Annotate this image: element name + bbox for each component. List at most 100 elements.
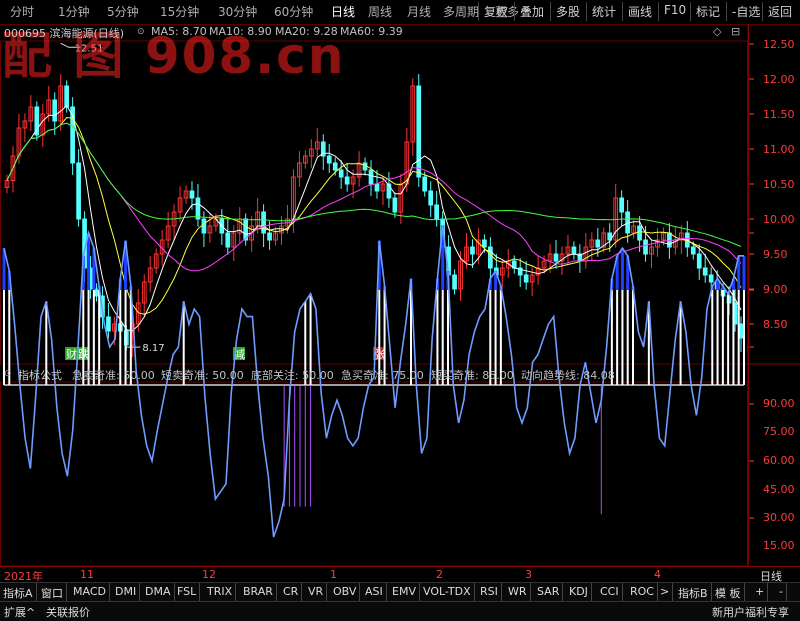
- indicator-tick: 60.00: [763, 454, 795, 467]
- tab-template[interactable]: 模 板: [712, 583, 745, 601]
- indicator-panel-frame: [0, 381, 748, 567]
- tab-trix[interactable]: TRIX: [204, 583, 237, 601]
- candle-body: [225, 232, 231, 248]
- price-tick: 10.50: [763, 178, 795, 191]
- ma5-label: MA5: 8.70: [151, 25, 207, 38]
- ma60-label: MA60: 9.39: [340, 25, 403, 38]
- tab-cr[interactable]: CR: [280, 583, 303, 601]
- indicator-tick: 45.00: [763, 483, 795, 496]
- candle-body: [261, 211, 266, 234]
- new-user-benefit-link[interactable]: 新用户福利专享: [712, 604, 789, 620]
- indicator-panel-header: ⊙ 指标公式 急卖奇准: 50.00 短卖奇准: 50.00 底部关注: 50.…: [0, 366, 748, 382]
- tab-minus[interactable]: -: [776, 583, 787, 601]
- tab-asi[interactable]: ASI: [362, 583, 387, 601]
- tab-indicator-b[interactable]: 指标B: [675, 583, 712, 601]
- candle-body: [52, 99, 58, 122]
- candle-body: [571, 246, 577, 255]
- indicator-value-4: 急买奇准: 75.00: [341, 369, 424, 382]
- candle-body: [434, 204, 440, 220]
- candle-body: [64, 85, 70, 108]
- date-tick: 3: [525, 568, 532, 581]
- indicator-value-6: 动向趋势线: 84.08: [521, 369, 615, 382]
- candle-body: [201, 218, 207, 234]
- candle-body: [189, 190, 195, 199]
- ma60-line: [6, 122, 742, 247]
- tab-kdj[interactable]: KDJ: [566, 583, 592, 601]
- kline-chart[interactable]: 12.518.17财跌减张: [0, 0, 800, 620]
- indicator-tick: 75.00: [763, 425, 795, 438]
- tab-fsl[interactable]: FSL: [174, 583, 201, 601]
- candle-body: [452, 274, 457, 290]
- tab-wr[interactable]: WR: [505, 583, 531, 601]
- ma10-line: [6, 116, 742, 315]
- candle-body: [470, 246, 475, 255]
- candle-body: [332, 162, 338, 171]
- candle-body: [523, 274, 529, 283]
- date-tick: 12: [202, 568, 216, 581]
- indicator-value-3: 底部关注: 50.00: [251, 369, 334, 382]
- candle-body: [708, 274, 714, 283]
- tab-obv[interactable]: OBV: [330, 583, 361, 601]
- tab-indicator-a[interactable]: 指标A: [0, 583, 37, 601]
- candle-body: [595, 239, 601, 248]
- ma5-line: [6, 104, 742, 332]
- tab-vr[interactable]: VR: [305, 583, 328, 601]
- indicator-value-1: 急卖奇准: 50.00: [72, 369, 155, 382]
- candle-body: [326, 155, 332, 164]
- candle-body: [338, 169, 344, 178]
- low-marker-label: 8.17: [142, 343, 164, 354]
- candle-body: [94, 288, 99, 297]
- ma20-line: [6, 122, 742, 272]
- candle-body: [690, 246, 696, 255]
- candle-body: [374, 183, 380, 192]
- indicator-tick: 30.00: [763, 511, 795, 524]
- price-tick: 12.00: [763, 73, 795, 86]
- indicator-value-2: 短卖奇准: 50.00: [161, 369, 244, 382]
- candle-body: [488, 246, 493, 269]
- tab-rsi[interactable]: RSI: [477, 583, 502, 601]
- candle-body: [643, 239, 648, 255]
- candle-body: [738, 323, 744, 339]
- collapse-indicator-icon[interactable]: ⊙: [4, 369, 12, 379]
- candle-body: [416, 85, 422, 178]
- candle-body: [482, 239, 487, 248]
- bottom-bar: 扩展^ 关联报价 新用户福利专享: [0, 601, 800, 621]
- collapse-icon[interactable]: ⊙: [137, 27, 145, 37]
- tab-scroll-right[interactable]: >: [657, 583, 674, 601]
- date-tick: 11: [80, 568, 94, 581]
- tab-macd[interactable]: MACD: [70, 583, 110, 601]
- related-quotes-button[interactable]: 关联报价: [46, 604, 90, 620]
- price-tick: 9.50: [763, 248, 788, 261]
- candle-body: [619, 197, 625, 213]
- date-tick: 2: [436, 568, 443, 581]
- tab-brar[interactable]: BRAR: [240, 583, 277, 601]
- tab-vol-tdx[interactable]: VOL-TDX: [420, 583, 475, 601]
- candle-body: [76, 162, 81, 220]
- expand-button[interactable]: 扩展^: [4, 604, 35, 620]
- price-tick: 11.50: [763, 108, 795, 121]
- candle-body: [392, 197, 398, 213]
- tab-cci[interactable]: CCI: [597, 583, 623, 601]
- tab-dma[interactable]: DMA: [142, 583, 175, 601]
- price-panel-header: 000695 滨海能源(日线) ⊙ MA5: 8.70 MA10: 8.90 M…: [0, 24, 748, 40]
- candle-body: [422, 176, 428, 192]
- tab-plus[interactable]: +: [752, 583, 769, 601]
- tab-emv[interactable]: EMV: [389, 583, 420, 601]
- diamond-icon[interactable]: ◇: [713, 25, 721, 38]
- date-tick: 1: [330, 568, 337, 581]
- tab-window[interactable]: 窗口: [38, 583, 67, 601]
- indicator-tabs: 指标A 窗口 MACD DMI DMA FSL TRIX BRAR CR VR …: [0, 582, 800, 602]
- close-panel-icon[interactable]: ⊟: [731, 25, 740, 38]
- candle-body: [362, 162, 368, 171]
- candle-body: [553, 253, 559, 262]
- tab-dmi[interactable]: DMI: [112, 583, 141, 601]
- price-tick: 11.00: [763, 143, 795, 156]
- tab-sar[interactable]: SAR: [534, 583, 564, 601]
- price-panel-frame: [0, 40, 748, 365]
- candle-body: [368, 169, 374, 185]
- stock-code-name: 000695 滨海能源(日线): [4, 27, 125, 40]
- indicator-name[interactable]: 指标公式: [18, 367, 62, 383]
- candle-body: [702, 267, 708, 276]
- tab-roc[interactable]: ROC: [627, 583, 658, 601]
- price-tick: 12.50: [763, 38, 795, 51]
